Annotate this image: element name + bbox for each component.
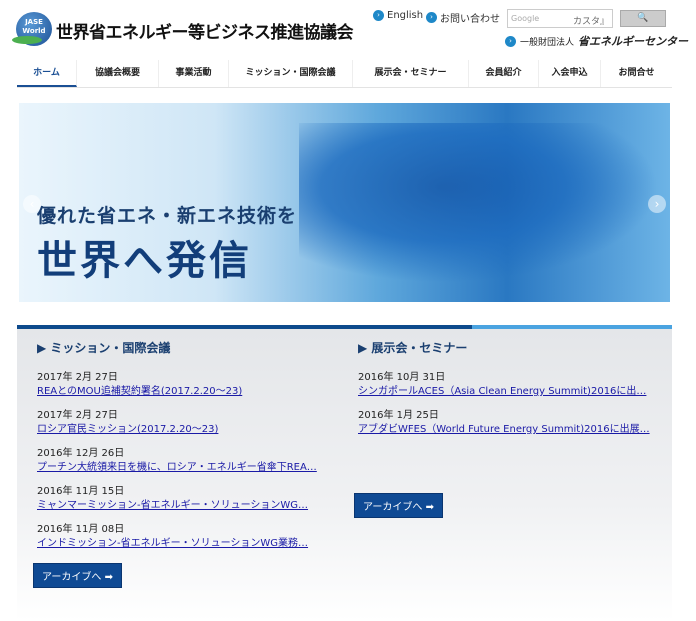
eccj-link[interactable]: › 一般財団法人 省エネルギーセンター — [505, 33, 688, 49]
list-item: 2016年 11月 15日ミャンマーミッション-省エネルギー・ソリューションWG… — [37, 485, 317, 513]
site-title[interactable]: 世界省エネルギー等ビジネス推進協議会 — [56, 18, 354, 43]
world-map-image — [299, 123, 659, 283]
item-date: 2016年 11月 08日 — [37, 524, 125, 535]
list-item: 2016年 12月 26日プーチン大統領来日を機に、ロシア・エネルギー省傘下RE… — [37, 447, 317, 475]
item-date: 2016年 12月 26日 — [37, 448, 125, 459]
nav-join[interactable]: 入会申込 — [539, 60, 601, 87]
list-item: 2016年 10月 31日シンガポールACES（Asia Clean Energ… — [358, 371, 650, 399]
contact-link[interactable]: › お問い合わせ — [426, 10, 500, 25]
item-link[interactable]: インドミッション-省エネルギー・ソリューションWG業務… — [37, 537, 317, 551]
missions-archive-button[interactable]: アーカイブへ ➡ — [33, 563, 122, 588]
item-link[interactable]: ミャンマーミッション-省エネルギー・ソリューションWG… — [37, 499, 317, 513]
list-item: 2017年 2月 27日 REAとのMOU追補契約署名(2017.2.20～23) — [37, 371, 317, 399]
search-input[interactable]: Google カスタ』 — [507, 9, 613, 28]
exhibitions-heading: ▶ 展示会・セミナー — [358, 341, 468, 355]
nav-contact[interactable]: お問合せ — [601, 60, 672, 87]
logo-swoosh — [12, 36, 42, 44]
eccj-small: 一般財団法人 — [520, 37, 575, 48]
contact-label: お問い合わせ — [440, 14, 500, 25]
next-arrow-icon[interactable]: › — [648, 195, 666, 213]
nav-activities[interactable]: 事業活動 — [159, 60, 229, 87]
item-link[interactable]: アブダビWFES（World Future Energy Summit)2016… — [358, 423, 650, 437]
banner-line2: 世界へ発信 — [37, 238, 252, 284]
accent-bar — [472, 325, 672, 329]
search-placeholder: Google — [511, 14, 540, 23]
item-date: 2016年 11月 15日 — [37, 486, 125, 497]
exhibitions-column: ▶ 展示会・セミナー 2016年 10月 31日シンガポールACES（Asia … — [354, 339, 650, 518]
chevron-right-icon: › — [505, 35, 516, 47]
nav-exhibitions[interactable]: 展示会・セミナー — [353, 60, 469, 87]
exhibitions-archive-button[interactable]: アーカイブへ ➡ — [354, 493, 443, 518]
hero-banner[interactable]: 優れた省エネ・新エネ技術を 世界へ発信 ‹ › — [19, 103, 670, 302]
item-link[interactable]: REAとのMOU追補契約署名(2017.2.20～23) — [37, 385, 317, 399]
prev-arrow-icon[interactable]: ‹ — [23, 195, 41, 213]
item-date: 2016年 10月 31日 — [358, 372, 446, 383]
item-date: 2017年 2月 27日 — [37, 372, 118, 383]
nav-missions[interactable]: ミッション・国際会議 — [229, 60, 353, 87]
item-link[interactable]: シンガポールACES（Asia Clean Energy Summit)2016… — [358, 385, 650, 399]
nav-home[interactable]: ホーム — [17, 60, 77, 87]
item-date: 2016年 1月 25日 — [358, 410, 439, 421]
list-item: 2016年 11月 08日インドミッション-省エネルギー・ソリューションWG業務… — [37, 523, 317, 551]
english-label: English — [387, 10, 424, 21]
eccj-name: 省エネルギーセンター — [578, 35, 689, 48]
list-item: 2016年 1月 25日アブダビWFES（World Future Energy… — [358, 409, 650, 437]
search-button[interactable]: 🔍 — [620, 10, 666, 27]
missions-column: ▶ ミッション・国際会議 2017年 2月 27日 REAとのMOU追補契約署名(… — [33, 339, 317, 588]
item-date: 2017年 2月 27日 — [37, 410, 118, 421]
banner-line1: 優れた省エネ・新エネ技術を — [37, 205, 298, 227]
main-nav: ホーム 協議会概要 事業活動 ミッション・国際会議 展示会・セミナー 会員紹介 … — [17, 60, 672, 88]
chevron-right-icon: › — [373, 10, 384, 21]
chevron-right-icon: › — [426, 12, 437, 23]
search-custom-label: カスタ』 — [572, 17, 609, 27]
item-link[interactable]: ロシア官民ミッション(2017.2.20～23) — [37, 423, 317, 437]
nav-about[interactable]: 協議会概要 — [77, 60, 159, 87]
list-item: 2017年 2月 27日ロシア官民ミッション(2017.2.20～23) — [37, 409, 317, 437]
missions-heading: ▶ ミッション・国際会議 — [37, 341, 171, 355]
nav-members[interactable]: 会員紹介 — [469, 60, 539, 87]
item-link[interactable]: プーチン大統領来日を機に、ロシア・エネルギー省傘下REA… — [37, 461, 317, 475]
english-link[interactable]: › English — [373, 10, 423, 21]
news-section: ▶ ミッション・国際会議 2017年 2月 27日 REAとのMOU追補契約署名(… — [17, 325, 672, 621]
